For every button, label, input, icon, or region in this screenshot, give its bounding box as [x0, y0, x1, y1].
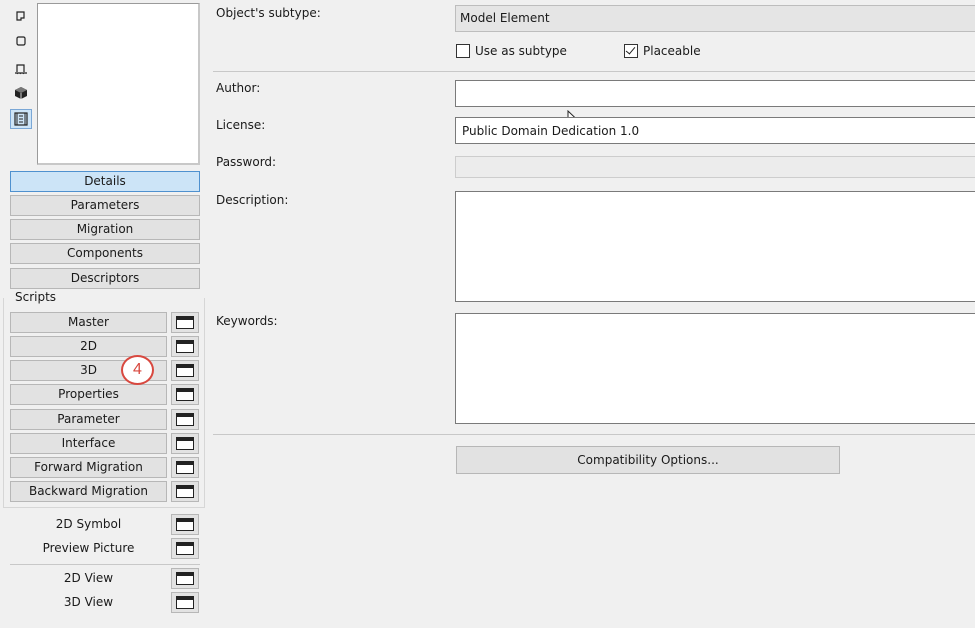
script-parameter-button[interactable]: Parameter [10, 409, 167, 430]
description-textarea[interactable] [455, 191, 975, 302]
tab-details[interactable]: Details [10, 171, 200, 192]
tab-components[interactable]: Components [10, 243, 200, 264]
window-icon [176, 518, 194, 531]
open-window-button[interactable] [171, 481, 199, 502]
tab-migration[interactable]: Migration [10, 219, 200, 240]
open-window-button[interactable] [171, 336, 199, 357]
open-window-button[interactable] [171, 312, 199, 333]
placeable-checkbox[interactable] [624, 44, 638, 58]
window-icon [176, 485, 194, 498]
license-label: License: [216, 118, 266, 132]
window-icon [176, 542, 194, 555]
open-window-button[interactable] [171, 457, 199, 478]
window-icon [176, 596, 194, 609]
window-icon [176, 364, 194, 377]
divider [213, 434, 975, 435]
floor-plan-icon[interactable] [10, 6, 32, 26]
use-as-subtype-checkbox[interactable] [456, 44, 470, 58]
placeable-label: Placeable [643, 44, 701, 58]
description-label: Description: [216, 193, 289, 207]
open-window-button[interactable] [171, 384, 199, 405]
solid-3d-icon[interactable] [10, 83, 32, 103]
divider [213, 71, 975, 72]
keywords-textarea[interactable] [455, 313, 975, 424]
script-interface-button[interactable]: Interface [10, 433, 167, 454]
script-master-button[interactable]: Master [10, 312, 167, 333]
author-input[interactable] [455, 80, 975, 107]
open-window-button[interactable] [171, 409, 199, 430]
open-window-button[interactable] [171, 538, 199, 559]
license-value: Public Domain Dedication 1.0 [462, 124, 640, 138]
license-input[interactable]: Public Domain Dedication 1.0 [455, 117, 975, 144]
window-icon [176, 572, 194, 585]
tab-parameters[interactable]: Parameters [10, 195, 200, 216]
password-label: Password: [216, 155, 277, 169]
preview-picture-label[interactable]: Preview Picture [10, 538, 167, 559]
tab-descriptors[interactable]: Descriptors [10, 268, 200, 289]
open-window-button[interactable] [171, 592, 199, 613]
window-icon [176, 437, 194, 450]
section-icon[interactable] [10, 58, 32, 78]
script-2d-button[interactable]: 2D [10, 336, 167, 357]
open-window-button[interactable] [171, 514, 199, 535]
open-window-button[interactable] [171, 433, 199, 454]
window-icon [176, 413, 194, 426]
divider [10, 564, 200, 565]
open-window-button[interactable] [171, 568, 199, 589]
keywords-label: Keywords: [216, 314, 278, 328]
cube-outline-icon[interactable] [10, 31, 32, 51]
script-backward-migration-button[interactable]: Backward Migration [10, 481, 167, 502]
callout-badge: 4 [121, 355, 154, 385]
3d-view-label[interactable]: 3D View [10, 592, 167, 613]
preview-area [37, 3, 200, 165]
subtype-label: Object's subtype: [216, 6, 321, 20]
author-label: Author: [216, 81, 261, 95]
window-icon [176, 388, 194, 401]
check-icon [625, 44, 636, 55]
script-properties-button[interactable]: Properties [10, 384, 167, 405]
list-view-icon[interactable] [10, 109, 32, 129]
2d-view-label[interactable]: 2D View [10, 568, 167, 589]
window-icon [176, 340, 194, 353]
2d-symbol-label[interactable]: 2D Symbol [10, 514, 167, 535]
use-as-subtype-label: Use as subtype [475, 44, 567, 58]
open-window-button[interactable] [171, 360, 199, 381]
window-icon [176, 316, 194, 329]
password-input [455, 156, 975, 178]
script-forward-migration-button[interactable]: Forward Migration [10, 457, 167, 478]
subtype-field[interactable]: Model Element [455, 5, 975, 32]
window-icon [176, 461, 194, 474]
scripts-heading: Scripts [13, 290, 59, 304]
subtype-value: Model Element [460, 11, 550, 25]
compatibility-options-button[interactable]: Compatibility Options... [456, 446, 840, 474]
